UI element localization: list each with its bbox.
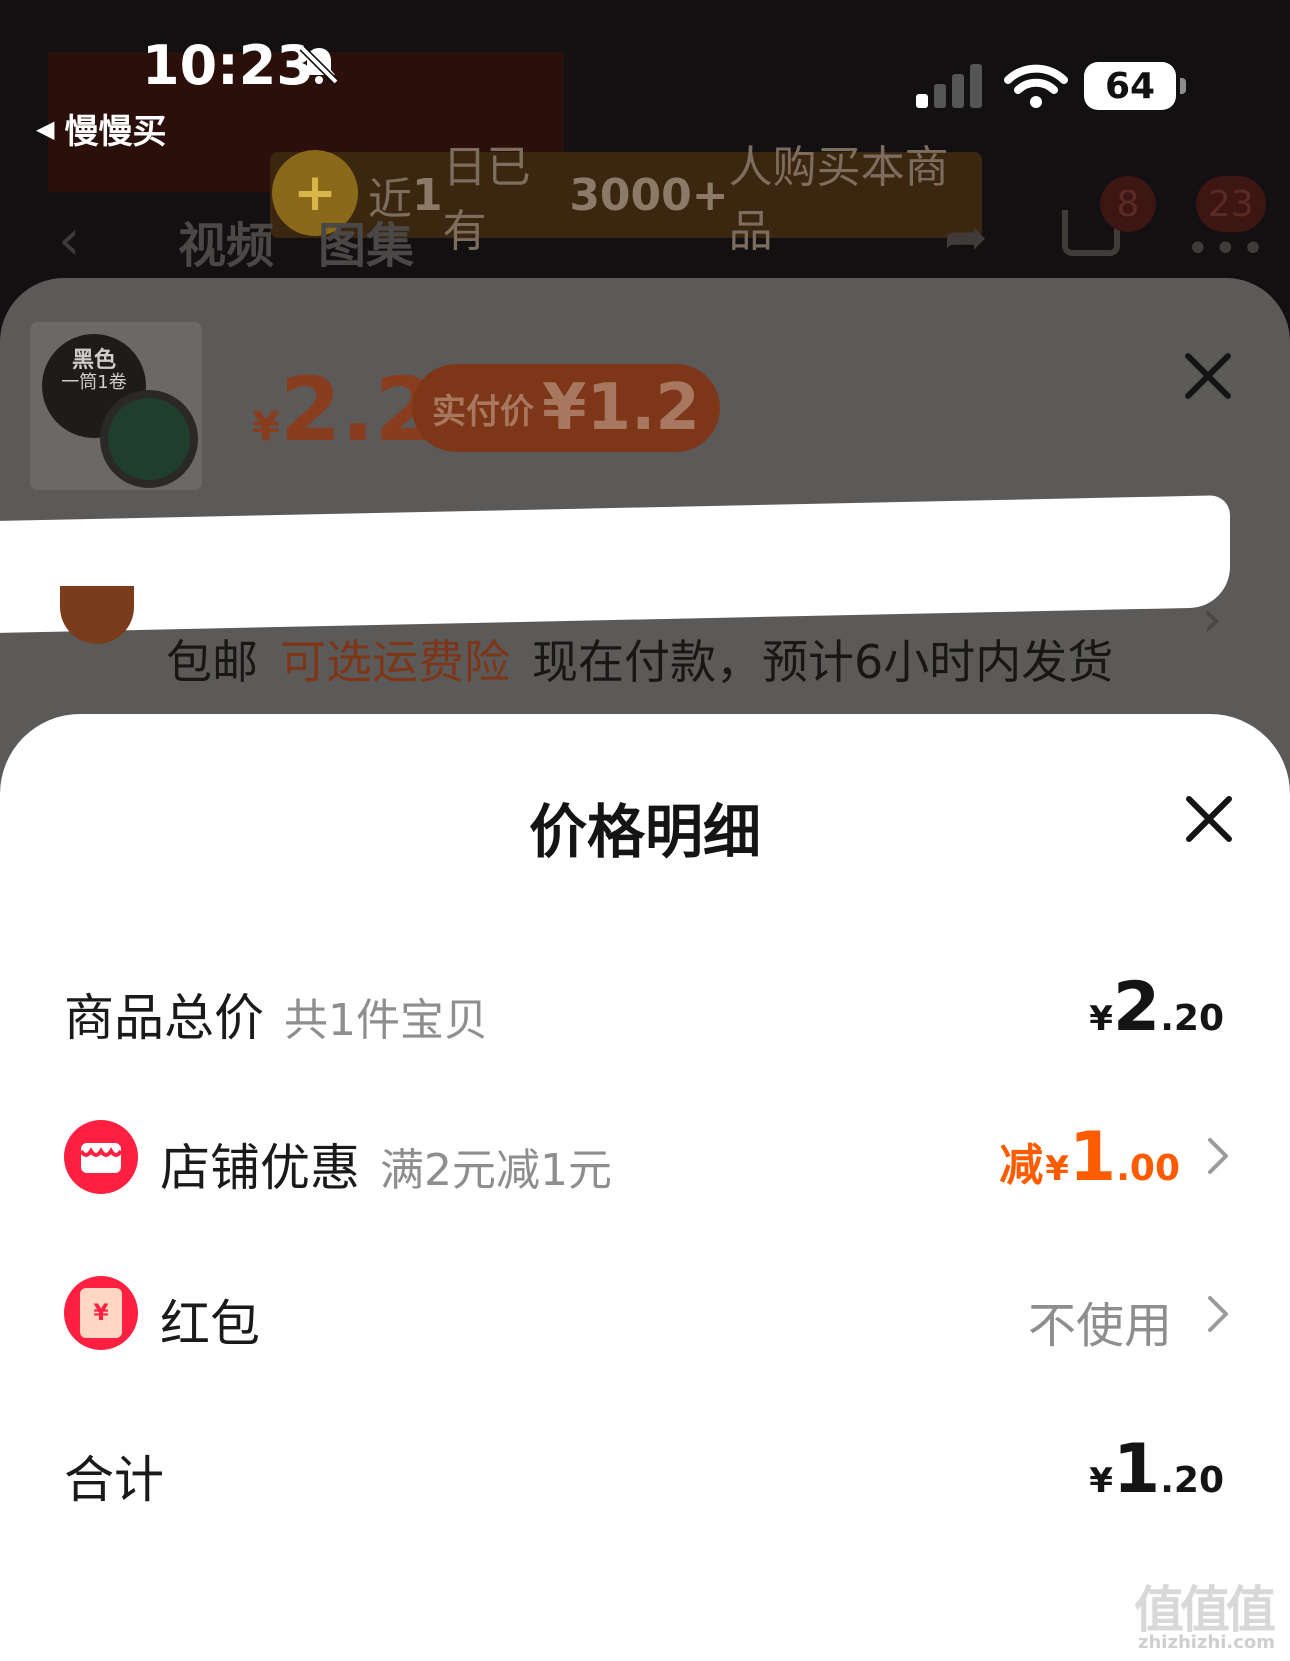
- sku-price-currency: ¥: [252, 404, 280, 450]
- store-icon-glyph: [79, 1143, 123, 1173]
- share-icon[interactable]: ➦: [944, 208, 988, 268]
- status-time: 10:23: [142, 34, 314, 97]
- red-packet-value: 不使用: [1027, 1298, 1172, 1354]
- more-icon[interactable]: •••: [1186, 226, 1269, 272]
- sheet-title: 价格明细: [528, 798, 761, 866]
- shipping-insurance-option: 可选运费险: [280, 635, 510, 689]
- red-packet-glyph: ¥: [80, 1288, 122, 1338]
- total-price: ¥ 1 .20: [1089, 1436, 1224, 1504]
- chevron-right-icon: [1208, 1296, 1228, 1332]
- chevron-right-icon: ›: [1202, 590, 1222, 648]
- shipping-info[interactable]: 包邮 可选运费险 现在付款，预计6小时内发货: [166, 626, 1113, 692]
- shipping-free-label: 包邮: [166, 635, 258, 689]
- price-decimal: .00: [1116, 1148, 1180, 1189]
- currency-symbol: ¥: [1089, 999, 1113, 1039]
- red-packet-icon: ¥: [64, 1276, 138, 1350]
- actual-price-pill: 实付价 ¥1.2: [412, 364, 720, 452]
- total-label: 合计: [64, 1451, 164, 1509]
- items-total-price: ¥ 2 .20: [1089, 974, 1224, 1042]
- bell-slash-icon: [299, 45, 339, 85]
- actual-price-value: ¥1.2: [542, 371, 700, 445]
- close-icon[interactable]: [1182, 350, 1234, 402]
- store-icon: [64, 1120, 138, 1194]
- watermark-url: zhizhizhi.com: [1138, 1632, 1276, 1653]
- back-chevron-icon[interactable]: ‹: [58, 208, 80, 273]
- items-total-label-group: 商品总价 共1件宝贝: [64, 978, 488, 1050]
- promo-num-buyers: 3000+: [569, 169, 729, 221]
- price-decimal: .20: [1160, 998, 1224, 1039]
- promo-text-mid: 日已有: [442, 142, 531, 257]
- more-badge: 23: [1196, 176, 1266, 232]
- red-packet-yen: ¥: [93, 1300, 109, 1326]
- back-to-app-link[interactable]: ◀ 慢慢买: [36, 104, 166, 153]
- store-discount-label: 店铺优惠: [160, 1139, 360, 1197]
- items-total-count: 共1件宝贝: [284, 995, 488, 1046]
- wifi-icon: [1004, 64, 1068, 108]
- currency-symbol: ¥: [1045, 1149, 1069, 1189]
- price-integer: 1: [1112, 1430, 1161, 1509]
- red-packet-label: 红包: [160, 1295, 260, 1353]
- tape-roll-image: [100, 390, 198, 488]
- tab-video[interactable]: 视频: [178, 206, 274, 276]
- battery-tip: [1180, 78, 1186, 94]
- cellular-signal-icon: [916, 64, 982, 108]
- battery-indicator: 64: [1084, 62, 1176, 110]
- sku-price: ¥ 2.2: [252, 366, 436, 454]
- items-total-label: 商品总价: [64, 989, 264, 1047]
- thumb-pack-label: 一筒1卷: [61, 372, 127, 393]
- store-discount-row[interactable]: 店铺优惠 满2元减1元 减 ¥ 1 .00: [0, 1096, 1290, 1216]
- tab-gallery[interactable]: 图集: [318, 206, 414, 276]
- items-total-row: 商品总价 共1件宝贝 ¥ 2 .20: [0, 944, 1290, 1064]
- shipping-note: 现在付款，预计6小时内发货: [532, 635, 1114, 689]
- thumb-color-label: 黑色: [71, 348, 116, 373]
- price-integer: 1: [1068, 1118, 1117, 1197]
- store-discount-label-group: 店铺优惠 满2元减1元: [160, 1128, 612, 1200]
- back-app-label: 慢慢买: [64, 112, 167, 152]
- discount-prefix: 减: [999, 1140, 1044, 1191]
- store-discount-amount: 减 ¥ 1 .00: [999, 1124, 1180, 1193]
- promo-num-days: 1: [412, 169, 443, 221]
- store-discount-rule: 满2元减1元: [380, 1145, 612, 1196]
- back-triangle-icon: ◀: [36, 114, 55, 143]
- total-row: 合计 ¥ 1 .20: [0, 1408, 1290, 1528]
- product-thumbnail[interactable]: 黑色 一筒1卷: [30, 322, 202, 490]
- cart-badge: 8: [1100, 176, 1156, 232]
- price-integer: 2: [1112, 968, 1161, 1047]
- currency-symbol: ¥: [1089, 1461, 1113, 1501]
- close-icon[interactable]: [1184, 794, 1234, 844]
- price-decimal: .20: [1160, 1460, 1224, 1501]
- red-packet-row[interactable]: ¥ 红包 不使用: [0, 1252, 1290, 1372]
- actual-price-label: 实付价: [432, 391, 535, 432]
- chevron-right-icon: [1208, 1138, 1228, 1174]
